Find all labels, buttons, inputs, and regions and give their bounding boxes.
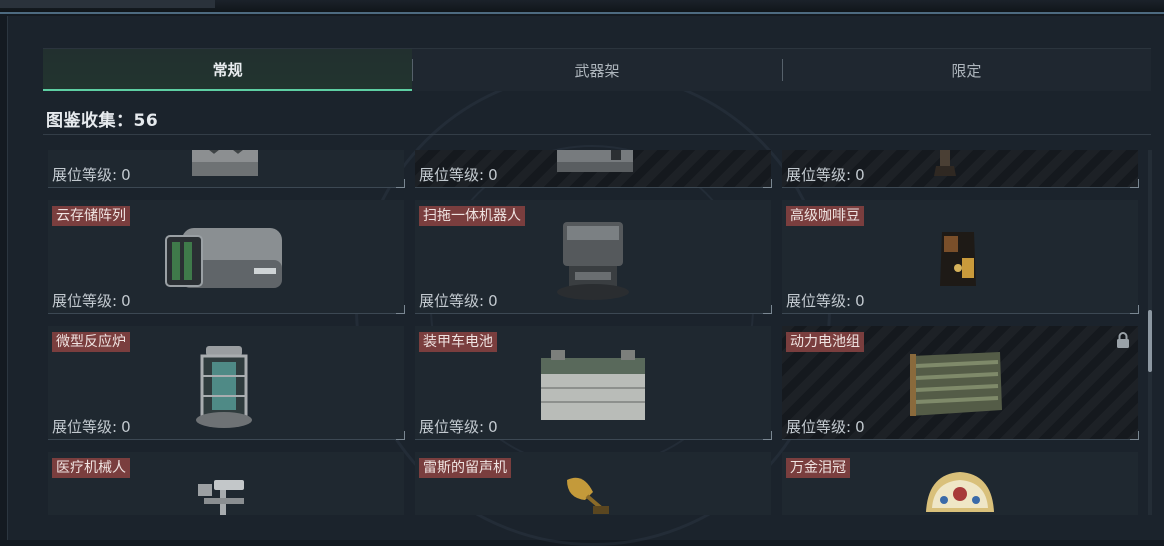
corner-bracket (396, 431, 405, 440)
item-name-tag: 云存储阵列 (52, 206, 130, 226)
booth-level: 展位等级: 0 (52, 292, 131, 310)
booth-level: 展位等级: 0 (52, 166, 131, 184)
item-card[interactable]: 展位等级: 0 (782, 150, 1139, 188)
boot-icon (934, 150, 956, 176)
item-card[interactable]: 云存储阵列 展位等级: 0 (48, 200, 405, 314)
collection-count: 图鉴收集：56 (46, 111, 159, 131)
corner-bracket (396, 305, 405, 314)
item-card[interactable]: 展位等级: 0 (415, 150, 772, 188)
item-name-tag: 雷斯的留声机 (419, 458, 511, 478)
item-card[interactable]: 装甲车电池 展位等级: 0 (415, 326, 772, 440)
robot-vacuum-icon (557, 222, 629, 300)
divider (43, 134, 1151, 135)
battery-pack-icon (910, 352, 1002, 416)
item-name-tag: 装甲车电池 (419, 332, 497, 352)
tab-weapon-rack[interactable]: 武器架 (412, 49, 781, 91)
item-card[interactable]: 雷斯的留声机 (415, 452, 771, 515)
booth-level: 展位等级: 0 (786, 418, 865, 436)
item-card[interactable]: 扫拖一体机器人 展位等级: 0 (415, 200, 772, 314)
gramophone-icon (567, 477, 609, 514)
item-name-tag: 扫拖一体机器人 (419, 206, 525, 226)
booth-level: 展位等级: 0 (786, 166, 865, 184)
item-name-tag: 动力电池组 (786, 332, 864, 352)
booth-level: 展位等级: 0 (419, 418, 498, 436)
window-title-fragment (0, 0, 215, 8)
item-name-tag: 医疗机械人 (52, 458, 130, 478)
coffee-bag-icon (940, 232, 976, 286)
corner-bracket (763, 431, 772, 440)
item-grid: 展位等级: 0 展位等级: 0 展位等级: 0 云存储阵列 展位等级: 0 扫拖… (48, 150, 1140, 515)
grid-scrollbar[interactable] (1148, 150, 1152, 515)
corner-bracket (396, 179, 405, 188)
item-card[interactable]: 万金泪冠 (782, 452, 1138, 515)
medical-robot-icon (198, 480, 244, 515)
crate-icon (192, 150, 258, 176)
tab-limited[interactable]: 限定 (781, 49, 1151, 91)
corner-bracket (763, 305, 772, 314)
corner-bracket (1130, 305, 1139, 314)
server-array-icon (165, 228, 282, 288)
category-tabs: 常规 武器架 限定 (43, 48, 1151, 91)
booth-level: 展位等级: 0 (419, 166, 498, 184)
top-bar (0, 0, 1164, 14)
item-card[interactable]: 动力电池组 展位等级: 0 (782, 326, 1139, 440)
booth-level: 展位等级: 0 (786, 292, 865, 310)
jeweled-crown-icon (926, 472, 994, 512)
lock-icon (1117, 332, 1129, 348)
corner-bracket (1130, 431, 1139, 440)
item-card[interactable]: 高级咖啡豆 展位等级: 0 (782, 200, 1139, 314)
item-card[interactable]: 医疗机械人 (48, 452, 404, 515)
item-name-tag: 微型反应炉 (52, 332, 130, 352)
scroll-thumb[interactable] (1148, 310, 1152, 372)
corner-bracket (763, 179, 772, 188)
reactor-icon (196, 346, 252, 428)
booth-level: 展位等级: 0 (419, 292, 498, 310)
booth-level: 展位等级: 0 (52, 418, 131, 436)
corner-bracket (1130, 179, 1139, 188)
item-card[interactable]: 展位等级: 0 (48, 150, 405, 188)
item-card[interactable]: 微型反应炉 展位等级: 0 (48, 326, 405, 440)
item-name-tag: 万金泪冠 (786, 458, 850, 478)
device-icon (557, 150, 633, 172)
item-name-tag: 高级咖啡豆 (786, 206, 864, 226)
tab-regular[interactable]: 常规 (43, 49, 413, 91)
vehicle-battery-icon (541, 350, 645, 420)
